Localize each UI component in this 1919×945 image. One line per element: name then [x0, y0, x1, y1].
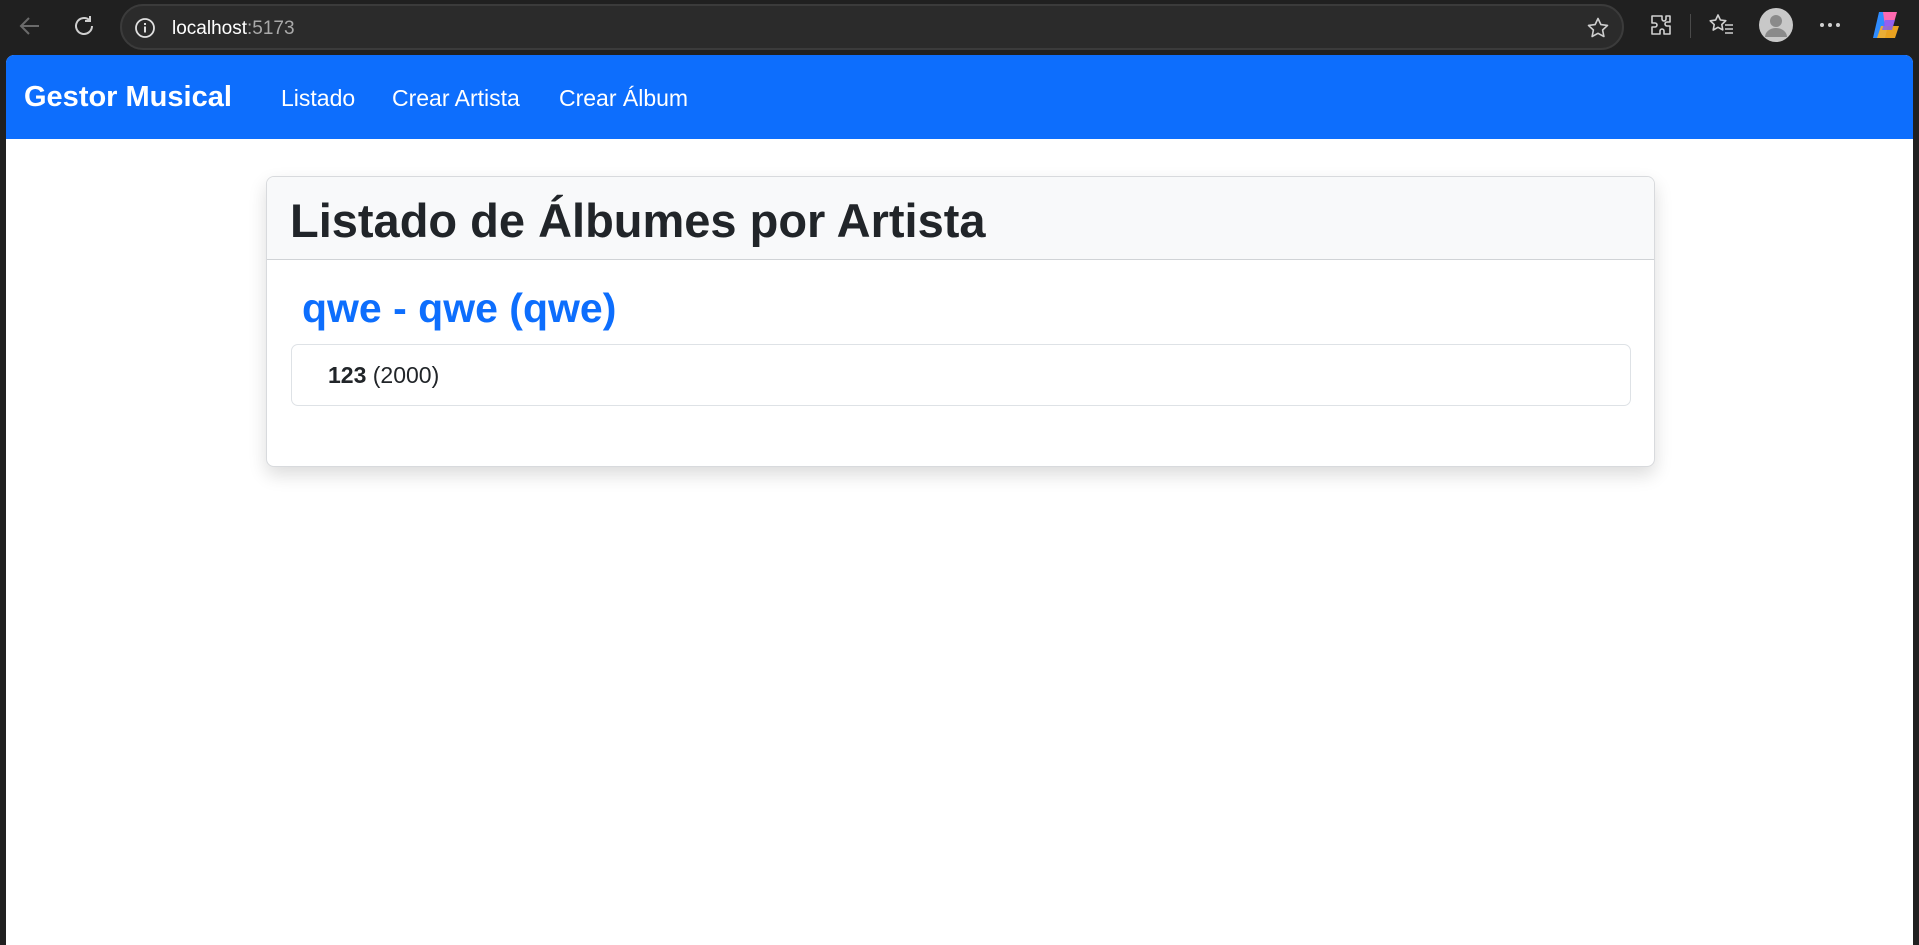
copilot-icon — [1873, 12, 1899, 38]
toolbar-divider — [1690, 14, 1691, 38]
browser-toolbar: localhost:5173 — [0, 0, 1919, 52]
card-header: Listado de Álbumes por Artista — [267, 177, 1654, 260]
extensions-button[interactable] — [1646, 10, 1676, 40]
nav-link-crear-artista[interactable]: Crear Artista — [392, 85, 520, 112]
refresh-icon — [75, 16, 93, 35]
star-icon[interactable] — [1586, 16, 1610, 40]
favorites-icon — [1709, 14, 1733, 34]
favorites-button[interactable] — [1706, 10, 1736, 40]
album-list: 123 (2000) — [291, 344, 1631, 406]
nav-link-crear-album[interactable]: Crear Álbum — [559, 85, 688, 112]
more-button[interactable] — [1815, 10, 1845, 40]
url-text: localhost:5173 — [172, 18, 295, 39]
avatar — [1759, 8, 1793, 42]
more-icon — [1820, 23, 1840, 27]
navbar: Gestor Musical Listado Crear Artista Cre… — [6, 55, 1913, 139]
copilot-button[interactable] — [1869, 8, 1903, 42]
page-viewport: Gestor Musical Listado Crear Artista Cre… — [6, 55, 1913, 945]
album-item: 123 (2000) — [328, 362, 439, 389]
page-title: Listado de Álbumes por Artista — [290, 194, 986, 247]
artist-heading: qwe - qwe (qwe) — [302, 285, 617, 331]
back-arrow-icon — [19, 17, 39, 35]
album-year: (2000) — [372, 362, 440, 388]
back-button[interactable] — [10, 6, 50, 46]
info-icon[interactable] — [134, 17, 156, 39]
albums-card: Listado de Álbumes por Artista qwe - qwe… — [266, 176, 1655, 467]
nav-link-listado[interactable]: Listado — [281, 85, 355, 112]
brand-link[interactable]: Gestor Musical — [24, 81, 232, 114]
profile-button[interactable] — [1759, 8, 1793, 42]
address-bar[interactable]: localhost:5173 — [120, 4, 1624, 50]
album-name: 123 — [328, 362, 367, 388]
extensions-icon — [1651, 15, 1671, 35]
refresh-button[interactable] — [64, 6, 104, 46]
